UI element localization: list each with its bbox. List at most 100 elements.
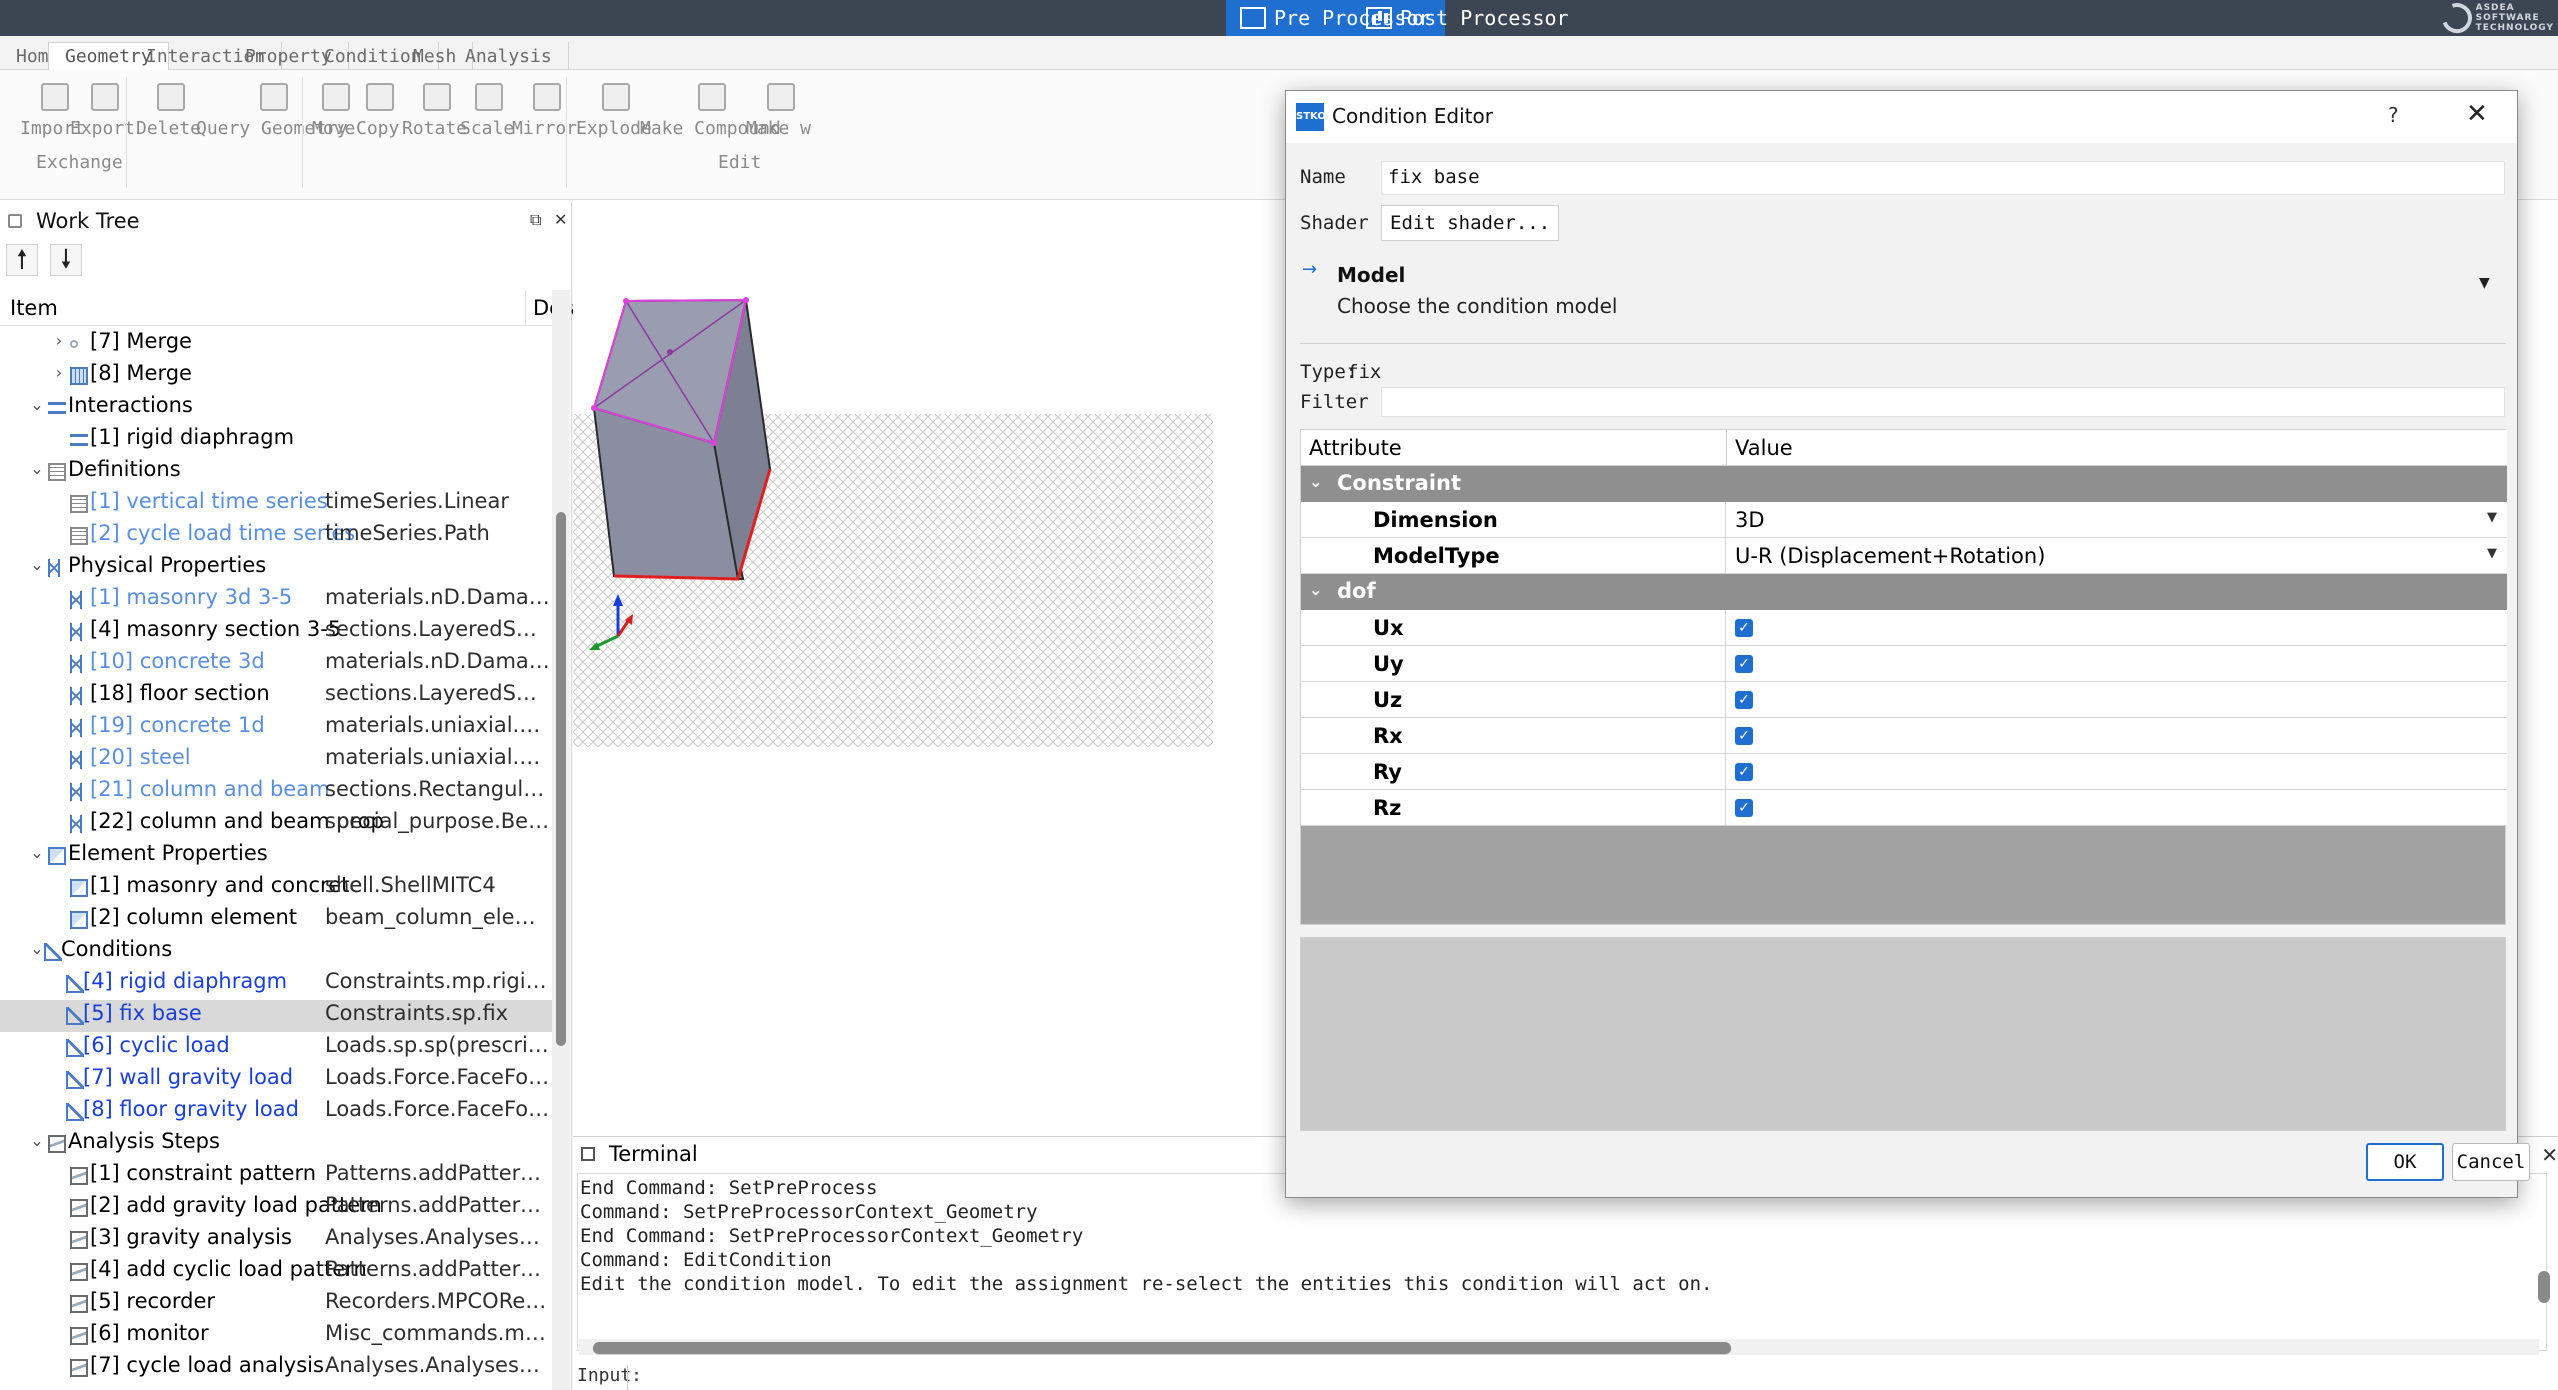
tree-row[interactable]: [1] masonry 3d 3-5 materials.nD.DamageTC3… bbox=[0, 584, 552, 616]
chevron-down-icon[interactable]: ▼ bbox=[2479, 275, 2490, 291]
tree-row[interactable]: [4] add cyclic load pattern Patterns.addP… bbox=[0, 1256, 552, 1288]
filter-input[interactable] bbox=[1381, 387, 2505, 417]
tree-row[interactable]: [18] floor section sections.LayeredShell bbox=[0, 680, 552, 712]
ok-button[interactable]: OK bbox=[2366, 1143, 2444, 1181]
uy-checkbox[interactable]: ✓ bbox=[1735, 655, 1753, 673]
tree-row[interactable]: [4] masonry section 3-5 sections.LayeredS… bbox=[0, 616, 552, 648]
chevron-down-icon[interactable]: ▼ bbox=[2487, 546, 2497, 561]
group-constraint[interactable]: ⌄ Constraint bbox=[1301, 466, 2507, 502]
ux-checkbox[interactable]: ✓ bbox=[1735, 619, 1753, 637]
tree-row[interactable]: [1] constraint pattern Patterns.addPatter… bbox=[0, 1160, 552, 1192]
tree-row[interactable]: [6] monitor Misc_commands.monitor bbox=[0, 1320, 552, 1352]
chevron-down-icon[interactable]: ⌄ bbox=[28, 555, 46, 574]
tree-row[interactable]: ⌄ Element Properties bbox=[0, 840, 552, 872]
attribute-row-modeltype[interactable]: ModelType U-R (Displacement+Rotation) ▼ bbox=[1301, 538, 2507, 574]
tree-row[interactable]: › [8] Merge bbox=[0, 360, 552, 392]
value-header[interactable]: Value bbox=[1727, 430, 2507, 466]
chevron-right-icon[interactable]: › bbox=[50, 331, 68, 350]
tree-row[interactable]: [8] floor gravity load Loads.Force.FaceFo… bbox=[0, 1096, 552, 1128]
tree-row[interactable]: [6] cyclic load Loads.sp.sp(prescribedNod… bbox=[0, 1032, 552, 1064]
tree-item-details: Misc_commands.monitor bbox=[325, 1321, 550, 1345]
attribute-row-uy[interactable]: Uy ✓ bbox=[1301, 646, 2507, 682]
move-up-button[interactable]: 🠕 bbox=[6, 244, 38, 276]
name-input[interactable]: fix base bbox=[1381, 161, 2505, 195]
rz-checkbox[interactable]: ✓ bbox=[1735, 799, 1753, 817]
scrollbar-thumb[interactable] bbox=[593, 1342, 1731, 1355]
tree-row[interactable]: ⌄ Conditions bbox=[0, 936, 552, 968]
tree-row[interactable]: [10] concrete 3d materials.nD.DamageTC3D bbox=[0, 648, 552, 680]
dimension-dropdown[interactable]: 3D bbox=[1735, 508, 1765, 532]
model-subtitle[interactable]: Choose the condition model bbox=[1337, 294, 1617, 318]
model-title[interactable]: Model bbox=[1337, 263, 1405, 287]
uz-checkbox[interactable]: ✓ bbox=[1735, 691, 1753, 709]
mirror-button[interactable]: Mirror bbox=[512, 78, 577, 139]
tree-row[interactable]: [3] gravity analysis Analyses.AnalysesCom… bbox=[0, 1224, 552, 1256]
attribute-row-ux[interactable]: Ux ✓ bbox=[1301, 610, 2507, 646]
attribute-row-dimension[interactable]: Dimension 3D ▼ bbox=[1301, 502, 2507, 538]
close-button[interactable]: ✕ bbox=[2466, 99, 2488, 129]
move-down-button[interactable]: 🠗 bbox=[50, 244, 82, 276]
tree-row[interactable]: [20] steel materials.uniaxial.Steel01 bbox=[0, 744, 552, 776]
tree-item-label: [2] cycle load time series bbox=[90, 521, 356, 545]
tree-row[interactable]: [4] rigid diaphragm Constraints.mp.rigidD… bbox=[0, 968, 552, 1000]
tree-row[interactable]: ⌄ Physical Properties bbox=[0, 552, 552, 584]
dialog-titlebar[interactable]: STKO Condition Editor ? ✕ bbox=[1286, 91, 2517, 143]
cancel-button[interactable]: Cancel bbox=[2452, 1143, 2530, 1181]
tree-item-label: [5] recorder bbox=[90, 1289, 216, 1313]
make-wire-button[interactable]: Make w bbox=[746, 78, 811, 139]
attribute-row-rx[interactable]: Rx ✓ bbox=[1301, 718, 2507, 754]
chevron-right-icon[interactable]: › bbox=[50, 363, 68, 382]
tree-row[interactable]: [5] recorder Recorders.MPCORecorder bbox=[0, 1288, 552, 1320]
chevron-down-icon[interactable]: ▼ bbox=[2487, 510, 2497, 525]
scale-button[interactable]: Scale bbox=[460, 78, 514, 139]
work-tree-scrollbar[interactable] bbox=[552, 290, 570, 1390]
tree-row[interactable]: [21] column and beam sections.Rectangular… bbox=[0, 776, 552, 808]
modeltype-dropdown[interactable]: U-R (Displacement+Rotation) bbox=[1735, 544, 2045, 568]
terminal-vertical-scrollbar[interactable] bbox=[2538, 1271, 2550, 1303]
terminal-output[interactable]: End Command: SetPreProcess Command: SetP… bbox=[577, 1173, 2547, 1351]
column-item-header[interactable]: Item bbox=[10, 296, 58, 320]
tab-analysis[interactable]: Analysis bbox=[449, 42, 569, 70]
tree-row[interactable]: [2] add gravity load pattern Patterns.add… bbox=[0, 1192, 552, 1224]
terminal-horizontal-scrollbar[interactable] bbox=[579, 1339, 2539, 1355]
tree-row[interactable]: [7] cycle load analysis Analyses.Analyses… bbox=[0, 1352, 552, 1384]
tree-row[interactable]: [1] rigid diaphragm bbox=[0, 424, 552, 456]
tree-row[interactable]: ⌄ Definitions bbox=[0, 456, 552, 488]
edit-shader-button[interactable]: Edit shader... bbox=[1381, 205, 1560, 241]
help-button[interactable]: ? bbox=[2388, 103, 2399, 127]
terminal-input[interactable] bbox=[627, 1365, 2547, 1390]
float-icon[interactable]: ⧉ bbox=[530, 210, 541, 230]
post-processor-button[interactable]: Post Processor bbox=[1352, 0, 1583, 36]
copy-button[interactable]: Copy bbox=[356, 78, 399, 139]
tree-row[interactable]: [19] concrete 1d materials.uniaxial.Concr… bbox=[0, 712, 552, 744]
scrollbar-thumb[interactable] bbox=[556, 512, 566, 1046]
tree-row[interactable]: ⌄ Analysis Steps bbox=[0, 1128, 552, 1160]
attribute-row-rz[interactable]: Rz ✓ bbox=[1301, 790, 2507, 826]
ry-checkbox[interactable]: ✓ bbox=[1735, 763, 1753, 781]
group-dof[interactable]: ⌄ dof bbox=[1301, 574, 2507, 610]
tree-row[interactable]: [22] column and beam prop special_purpose… bbox=[0, 808, 552, 840]
close-icon[interactable]: ✕ bbox=[2541, 1143, 2558, 1167]
attribute-row-ry[interactable]: Ry ✓ bbox=[1301, 754, 2507, 790]
tree-row[interactable]: [2] cycle load time series timeSeries.Pat… bbox=[0, 520, 552, 552]
rotate-button[interactable]: Rotate bbox=[402, 78, 467, 139]
rx-checkbox[interactable]: ✓ bbox=[1735, 727, 1753, 745]
tree-item-label: [6] monitor bbox=[90, 1321, 209, 1345]
chevron-down-icon[interactable]: ⌄ bbox=[28, 1131, 46, 1150]
column-divider[interactable] bbox=[525, 290, 526, 326]
tree-row[interactable]: › [7] Merge bbox=[0, 328, 552, 360]
tree-row[interactable]: [1] vertical time series timeSeries.Linea… bbox=[0, 488, 552, 520]
attribute-row-uz[interactable]: Uz ✓ bbox=[1301, 682, 2507, 718]
attribute-header[interactable]: Attribute bbox=[1301, 430, 1727, 466]
close-icon[interactable]: ✕ bbox=[554, 210, 567, 229]
chevron-down-icon[interactable]: ⌄ bbox=[28, 459, 46, 478]
tree-row[interactable]: ⌄ Interactions bbox=[0, 392, 552, 424]
tree-row[interactable]: [1] masonry and concrete shell.ShellMITC4 bbox=[0, 872, 552, 904]
move-button[interactable]: Move bbox=[312, 78, 355, 139]
tree-row[interactable]: [7] wall gravity load Loads.Force.FaceFor… bbox=[0, 1064, 552, 1096]
tree-row[interactable]: [5] fix base Constraints.sp.fix bbox=[0, 1000, 552, 1032]
chevron-down-icon[interactable]: ⌄ bbox=[28, 395, 46, 414]
tree-row[interactable]: [2] column element beam_column_elements.f… bbox=[0, 904, 552, 936]
chevron-down-icon[interactable]: ⌄ bbox=[28, 843, 46, 862]
delete-button[interactable]: Delete bbox=[136, 78, 201, 139]
